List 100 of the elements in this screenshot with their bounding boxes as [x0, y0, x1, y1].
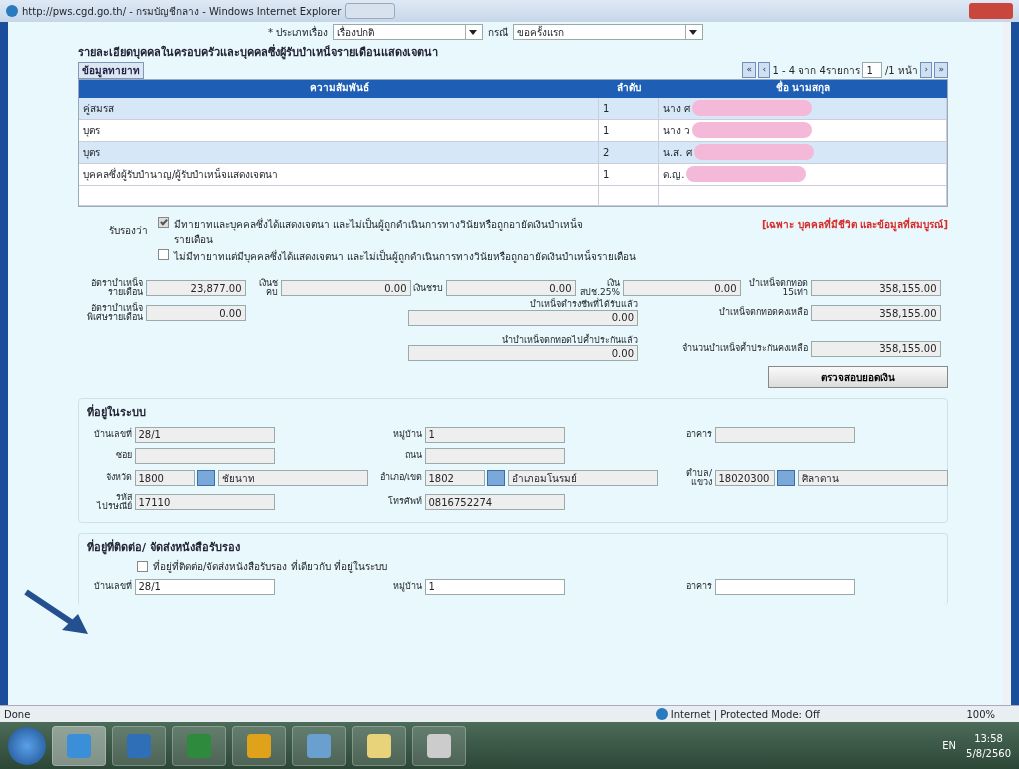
column-header: ลำดับ — [616, 80, 642, 95]
field-label: อำเภอ/เขต — [378, 473, 422, 483]
taskbar-app-icon[interactable] — [412, 725, 466, 766]
table-cell-text: นาง ศ — [663, 101, 691, 116]
text-field[interactable] — [134, 447, 275, 464]
code-field[interactable]: 18020300 — [714, 470, 775, 487]
page-input[interactable]: 1 — [862, 62, 883, 78]
column-header: ชื่อ นามสกุล — [774, 79, 832, 96]
taskbar-app-icon[interactable] — [352, 725, 406, 766]
lookup-icon[interactable] — [197, 470, 215, 487]
minimize-button[interactable] — [345, 3, 396, 19]
taskbar-app-icon[interactable] — [232, 725, 286, 766]
amount-field[interactable]: 0.00 — [280, 280, 411, 297]
field-label: บำเหน็จตกทอดคงเหลือ — [718, 308, 808, 318]
field-label: ซอย — [115, 451, 132, 461]
text-field[interactable] — [714, 426, 855, 443]
language-indicator[interactable]: EN — [942, 738, 957, 753]
zone-text: Internet | Protected Mode: Off — [670, 707, 820, 722]
previous-page-button[interactable]: ‹ — [758, 62, 771, 78]
field-label: เงิน สปช.25% — [579, 279, 620, 298]
text-field[interactable]: 28/1 — [134, 578, 275, 595]
amount-field[interactable]: 358,155.00 — [810, 280, 941, 297]
table-cell-text: ด.ญ. — [663, 167, 685, 182]
amount-field[interactable]: 0.00 — [145, 305, 246, 322]
table-cell: 2 — [599, 141, 659, 163]
field-label: ตำบล/แขวง — [684, 468, 712, 488]
amount-field[interactable]: 358,155.00 — [810, 305, 941, 322]
lookup-icon[interactable] — [487, 470, 505, 487]
field-label: โทรศัพท์ — [387, 497, 422, 507]
field-label: หมู่บ้าน — [392, 581, 422, 592]
name-field[interactable]: ศิลาดาน — [797, 470, 948, 487]
amount-field[interactable]: 0.00 — [622, 280, 741, 297]
text-field[interactable]: 1 — [424, 426, 565, 443]
zoom-level[interactable]: 100% — [966, 706, 995, 722]
amount-field[interactable]: 0.00 — [408, 345, 638, 362]
lookup-icon[interactable] — [777, 470, 795, 487]
next-page-button[interactable]: › — [920, 62, 932, 78]
field-label: จังหวัด — [105, 473, 132, 483]
taskbar-app-icon[interactable] — [112, 725, 166, 766]
section-title: รายละเอียดบุคคลในครอบครัวและบุคคลซึ่งผู้รับบำเหน็จรายเดือนแสดงเจตนา — [78, 45, 439, 62]
checkbox-label: ที่อยู่ที่ติดต่อ/จัดส่งหนังสือรับรอง ที่เดียวกับ ที่อยู่ในระบบ — [153, 558, 387, 574]
amount-field[interactable]: 0.00 — [408, 309, 638, 326]
checkbox[interactable] — [137, 560, 148, 572]
select-field[interactable]: ขอครั้งแรก — [513, 24, 704, 40]
field-label: หมู่บ้าน — [392, 430, 422, 440]
table-cell: 1 — [599, 97, 659, 119]
field-label: อาคาร — [685, 581, 712, 592]
taskbar-app-icon[interactable] — [172, 725, 226, 766]
option-text: ไม่มีทายาทแต่มีบุคคลซึ่งได้แสดงเจตนา และไม่เป็นผู้ถูกดำเนินการทางวินัยหรือถูกอายัดเงินบำเหน็จรายเดือน — [174, 249, 637, 264]
table-cell: 1 — [599, 119, 659, 141]
column-header: ความสัมพันธ์ — [308, 80, 370, 95]
table-cell-text: น.ส. ศ — [663, 145, 692, 160]
amount-field[interactable]: 358,155.00 — [810, 340, 941, 357]
start-button[interactable] — [8, 726, 46, 765]
field-label: จำนวนบำเหน็จค้ำประกันคงเหลือ — [681, 343, 808, 354]
field-label: * ประเภทเรื่อง — [268, 24, 329, 40]
last-page-button[interactable]: » — [934, 62, 948, 78]
text-field[interactable] — [424, 447, 565, 464]
name-field[interactable]: อำเภอมโนรมย์ — [507, 470, 658, 487]
field-label: อาคาร — [685, 430, 712, 440]
field-label: บำเหน็จตกทอด 15เท่า — [748, 279, 808, 298]
field-label: บำเหน็จดำรงชีพที่ได้รับแล้ว — [530, 300, 638, 310]
pager-range: 1 - 4 จาก 4รายการ — [772, 63, 860, 78]
field-label: เงินชรบ — [413, 283, 443, 294]
text-field[interactable]: 0816752274 — [424, 494, 565, 511]
table-cell: คู่สมรส — [79, 97, 599, 119]
text-field[interactable]: 17110 — [134, 494, 275, 511]
field-label: นำบำเหน็จตกทอดไปค้ำประกันแล้ว — [502, 335, 638, 346]
field-label: ถนน — [404, 451, 422, 461]
name-field[interactable]: ชัยนาท — [217, 470, 368, 487]
text-field[interactable]: 28/1 — [134, 426, 275, 443]
clock-date: 5/8/2560 — [966, 746, 1011, 761]
taskbar-app-icon[interactable] — [52, 725, 106, 766]
page-count: /1 หน้า — [884, 63, 918, 78]
clock-time: 13:58 — [973, 731, 1004, 746]
field-label: อัตราบำเหน็จรายเดือน — [90, 279, 143, 298]
amount-field[interactable]: 23,877.00 — [145, 280, 246, 297]
select-field[interactable]: เรื่องปกติ — [333, 24, 484, 40]
code-field[interactable]: 1802 — [424, 470, 485, 487]
note-text: [เฉพาะ บุคคลที่มีชีวิต และข้อมูลที่สมบูรณ์] — [761, 216, 948, 234]
table-cell: บุตร — [79, 119, 599, 141]
section-title: ที่อยู่ที่ติดต่อ/ จัดส่งหนังสือรับรอง — [87, 539, 241, 556]
tab-button[interactable]: ข้อมูลทายาท — [78, 61, 144, 79]
browser-icon — [6, 5, 18, 17]
table-cell: 1 — [599, 163, 659, 185]
section-title: ที่อยู่ในระบบ — [87, 405, 147, 422]
checkbox[interactable] — [158, 249, 169, 260]
option-text: มีทายาทและบุคคลซึ่งได้แสดงเจตนา และไม่เป็นผู้ถูกดำเนินการทางวินัยหรือถูกอายัดเงินบำเหน็จรายเดือน — [174, 216, 585, 247]
text-field[interactable] — [714, 578, 855, 595]
text-field[interactable]: 1 — [424, 578, 565, 595]
first-page-button[interactable]: « — [742, 62, 756, 78]
table-cell-text: นาง ว — [663, 123, 691, 138]
annotation-arrow — [24, 589, 88, 634]
status-text: Done — [4, 707, 31, 722]
amount-field[interactable]: 0.00 — [445, 280, 576, 297]
field-label: กรณี — [488, 25, 509, 40]
check-balance-button[interactable]: ตรวจสอบยอดเงิน — [768, 366, 948, 389]
code-field[interactable]: 1800 — [134, 470, 195, 487]
field-label: อัตราบำเหน็จพิเศษรายเดือน — [86, 303, 143, 323]
taskbar-app-icon[interactable] — [292, 725, 346, 766]
